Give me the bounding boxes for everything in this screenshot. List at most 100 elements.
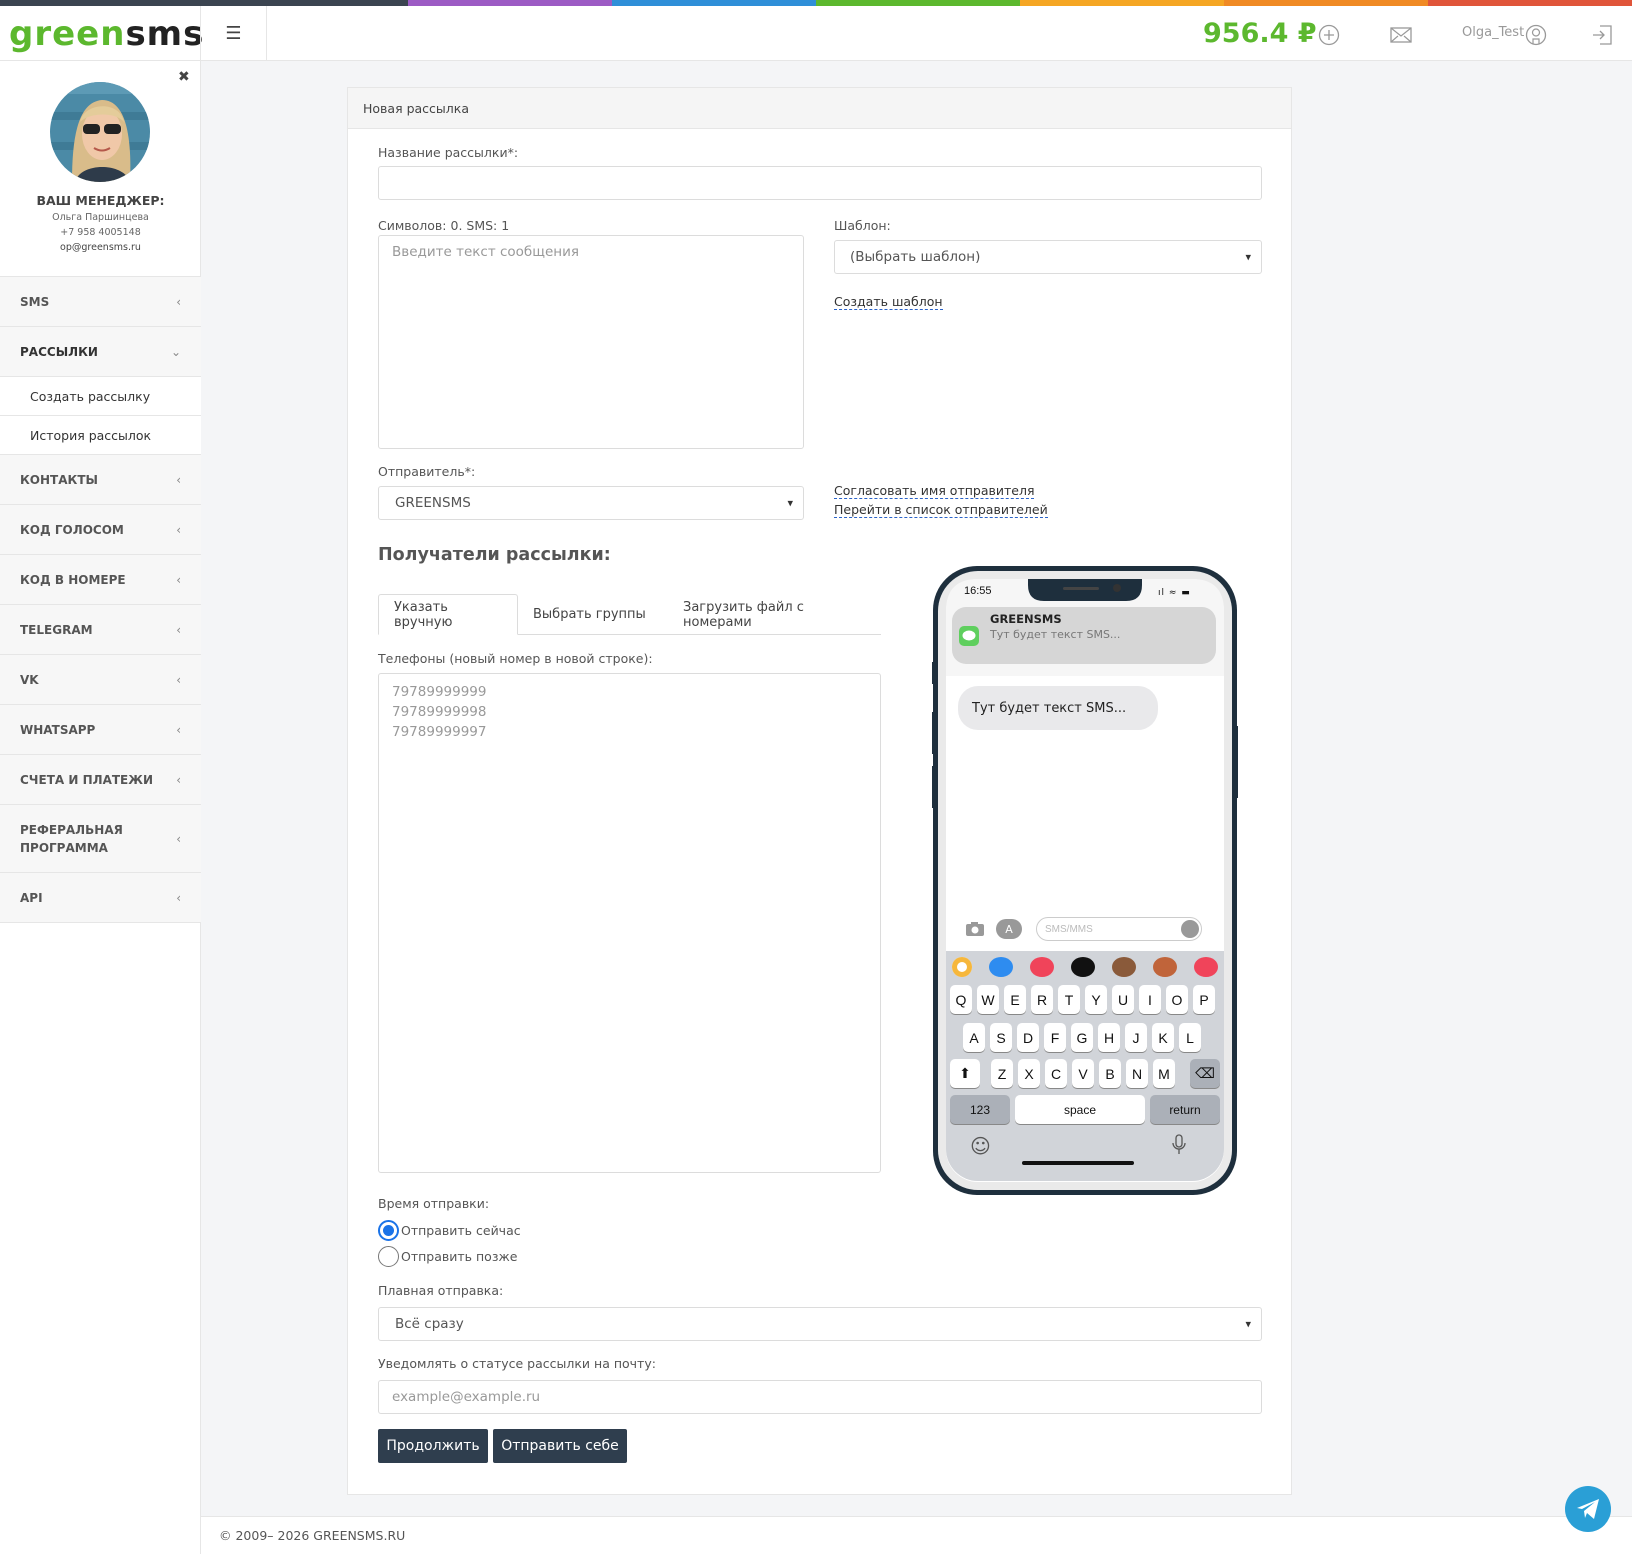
sidebar-item-referral[interactable]: РЕФЕРАЛЬНАЯ ПРОГРАММА ‹ <box>0 805 201 873</box>
keyboard-key: D <box>1017 1023 1039 1052</box>
chevron-down-icon: ⌄ <box>170 344 181 359</box>
sidebar-item-telegram[interactable]: TELEGRAM ‹ <box>0 605 201 655</box>
mailing-name-label: Название рассылки*: <box>378 145 519 160</box>
manager-avatar <box>50 82 150 182</box>
agree-sender-link[interactable]: Согласовать имя отправителя <box>834 483 1035 499</box>
radio-button-unchecked[interactable] <box>378 1246 399 1267</box>
keyboard-row-3: ⬆ ZXCVBNM ⌫ <box>950 1059 1220 1088</box>
photos-icon <box>952 957 972 977</box>
close-icon[interactable]: ✖ <box>178 69 190 85</box>
create-template-link[interactable]: Создать шаблон <box>834 294 943 310</box>
sidebar-subitem-create-mailing[interactable]: Создать рассылку <box>0 377 201 416</box>
senders-list-link[interactable]: Перейти в список отправителей <box>834 502 1048 518</box>
sms-preview-phone: 16:55 ıl ≈ ▬ GREENSMS Тут будет текст SM… <box>932 566 1238 1195</box>
sidebar-item-whatsapp[interactable]: WHATSAPP ‹ <box>0 705 201 755</box>
chevron-left-icon: ‹ <box>176 890 181 905</box>
send-now-radio[interactable]: Отправить сейчас <box>378 1220 521 1241</box>
phones-placeholder-line: 79789999999 <box>392 684 487 700</box>
send-later-label: Отправить позже <box>401 1249 518 1264</box>
manager-info: ВАШ МЕНЕДЖЕР: Ольга Паршинцева +7 958 40… <box>0 193 201 253</box>
sidebar-item-sms[interactable]: SMS ‹ <box>0 277 201 327</box>
continue-button[interactable]: Продолжить <box>378 1429 488 1463</box>
chevron-down-icon: ▾ <box>787 496 793 510</box>
sidebar-item-number-code[interactable]: КОД В НОМЕРЕ ‹ <box>0 555 201 605</box>
phones-label: Телефоны (новый номер в новой строке): <box>378 651 653 666</box>
notification-banner: GREENSMS Тут будет текст SMS... <box>952 607 1216 664</box>
sidebar-item-api[interactable]: API ‹ <box>0 873 201 923</box>
keyboard-key: G <box>1071 1023 1093 1052</box>
radio-button-checked[interactable] <box>378 1220 399 1241</box>
logo[interactable]: greensms <box>9 16 204 52</box>
audio-icon <box>1181 920 1199 938</box>
smooth-send-label: Плавная отправка: <box>378 1283 504 1298</box>
chevron-left-icon: ‹ <box>176 472 181 487</box>
sidebar-subitem-mailing-history[interactable]: История рассылок <box>0 416 201 455</box>
messages-app-icon <box>959 626 979 646</box>
recipients-tabs: Указать вручную Выбрать группы Загрузить… <box>378 594 881 635</box>
phones-placeholder-line: 79789999997 <box>392 724 487 740</box>
smooth-send-selected-value: Всё сразу <box>395 1316 464 1332</box>
add-funds-icon[interactable] <box>1318 24 1340 46</box>
send-self-button[interactable]: Отправить себе <box>493 1429 627 1463</box>
username[interactable]: Olga_Test <box>1462 25 1524 40</box>
keyboard-key: E <box>1004 985 1026 1014</box>
sms-input-field: SMS/MMS <box>1036 917 1202 941</box>
manager-email[interactable]: op@greensms.ru <box>0 242 201 253</box>
keyboard-key: H <box>1098 1023 1120 1052</box>
space-key: space <box>1015 1095 1145 1124</box>
message-textarea[interactable]: Введите текст сообщения <box>378 235 804 449</box>
chevron-left-icon: ‹ <box>176 672 181 687</box>
keyboard-row-1: QWERTYUIOP <box>950 985 1240 1014</box>
sidebar-item-mailings[interactable]: РАССЫЛКИ ⌄ <box>0 327 201 377</box>
keyboard-row-4: 123 space return <box>950 1095 1220 1124</box>
send-later-radio[interactable]: Отправить позже <box>378 1246 517 1267</box>
keyboard-key: N <box>1126 1059 1148 1088</box>
keyboard-key: X <box>1018 1059 1040 1088</box>
manager-title: ВАШ МЕНЕДЖЕР: <box>36 193 165 208</box>
tab-upload-file[interactable]: Загрузить файл с номерами <box>668 594 881 635</box>
sender-label: Отправитель*: <box>378 464 476 479</box>
logo-dark-part: sms <box>125 14 205 54</box>
keyboard-key: O <box>1166 985 1188 1014</box>
logout-icon[interactable] <box>1591 24 1613 46</box>
microphone-icon <box>1170 1134 1188 1156</box>
signal-wifi-battery-icon: ıl ≈ ▬ <box>1158 588 1191 598</box>
keyboard-key: Q <box>950 985 972 1014</box>
sidebar-item-vk[interactable]: VK ‹ <box>0 655 201 705</box>
app-strip <box>952 957 1218 977</box>
template-select[interactable]: (Выбрать шаблон) ▾ <box>834 240 1262 274</box>
sidebar-item-contacts[interactable]: КОНТАКТЫ ‹ <box>0 455 201 505</box>
sidebar-item-voice-code[interactable]: КОД ГОЛОСОМ ‹ <box>0 505 201 555</box>
numbers-key: 123 <box>950 1095 1010 1124</box>
smooth-send-select[interactable]: Всё сразу ▾ <box>378 1307 1262 1341</box>
keyboard-key: R <box>1031 985 1053 1014</box>
message-bubble: Тут будет текст SMS... <box>958 686 1158 730</box>
chevron-left-icon: ‹ <box>176 722 181 737</box>
user-icon[interactable] <box>1525 24 1547 46</box>
return-key: return <box>1150 1095 1220 1124</box>
phones-textarea[interactable]: 79789999999 79789999998 79789999997 <box>378 673 881 1173</box>
tab-manual[interactable]: Указать вручную <box>378 594 518 635</box>
notify-email-label: Уведомлять о статусе рассылки на почту: <box>378 1356 656 1371</box>
recipients-title: Получатели рассылки: <box>378 545 611 565</box>
telegram-chat-icon[interactable] <box>1565 1486 1611 1532</box>
mail-icon[interactable] <box>1390 24 1412 46</box>
home-indicator <box>1022 1161 1134 1165</box>
notify-email-input[interactable]: example@example.ru <box>378 1380 1262 1414</box>
keyboard-key: A <box>963 1023 985 1052</box>
app-store-icon <box>989 957 1013 977</box>
message-placeholder: Введите текст сообщения <box>392 244 580 260</box>
sidebar-item-billing[interactable]: СЧЕТА И ПЛАТЕЖИ ‹ <box>0 755 201 805</box>
shift-key: ⬆ <box>950 1059 980 1088</box>
tab-groups[interactable]: Выбрать группы <box>518 594 661 635</box>
sidebar-item-label: КОД ГОЛОСОМ <box>20 522 124 537</box>
mailing-name-input[interactable] <box>378 166 1262 200</box>
camera-icon <box>965 921 985 941</box>
keyboard-row-2: ASDFGHJKL <box>963 1023 1253 1052</box>
logo-green-part: green <box>9 14 126 54</box>
keyboard-key: B <box>1099 1059 1121 1088</box>
keyboard-key: I <box>1139 985 1161 1014</box>
sender-select[interactable]: GREENSMS ▾ <box>378 486 804 520</box>
menu-icon[interactable]: ☰ <box>200 6 267 61</box>
keyboard-key: U <box>1112 985 1134 1014</box>
